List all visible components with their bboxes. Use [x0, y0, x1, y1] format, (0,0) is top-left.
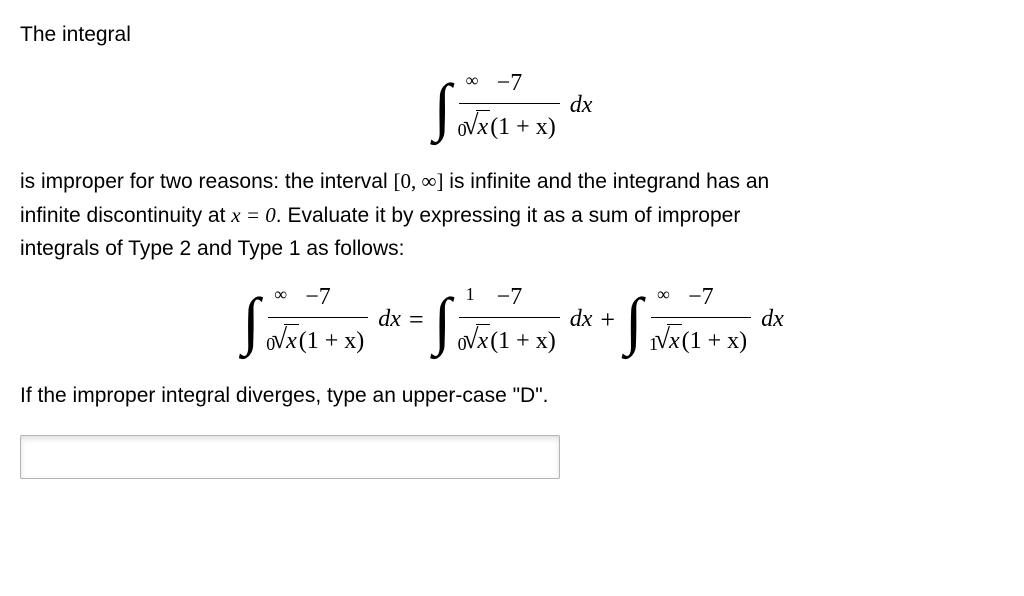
discontinuity-point: x = 0	[231, 203, 276, 227]
integral-lhs: ∫ ∞ 0	[242, 295, 262, 346]
main-integral-display: ∫ ∞ 0 −7 √x(1 + x) dx	[20, 67, 1004, 145]
plus-sign: +	[600, 302, 615, 338]
integral-symbol-main: ∫ ∞ 0	[434, 81, 454, 132]
integral-r2: ∫ ∞ 1	[625, 295, 645, 346]
split-equation-display: ∫ ∞ 0 −7 √x(1 + x) dx = ∫ 1 0	[20, 281, 1004, 359]
interval-inline: [0, ∞]	[394, 169, 444, 193]
intro-text: The integral	[20, 20, 1004, 49]
integral-r1: ∫ 1 0	[434, 295, 454, 346]
explanation-line-1: is improper for two reasons: the interva…	[20, 167, 1004, 196]
diverge-instruction: If the improper integral diverges, type …	[20, 381, 1004, 410]
answer-input[interactable]	[20, 435, 560, 479]
explanation-line-3: integrals of Type 2 and Type 1 as follow…	[20, 234, 1004, 263]
equals-sign: =	[409, 302, 424, 338]
problem-container: The integral ∫ ∞ 0 −7 √x(1 + x) dx is im…	[0, 0, 1024, 596]
explanation-line-2: infinite discontinuity at x = 0. Evaluat…	[20, 201, 1004, 230]
